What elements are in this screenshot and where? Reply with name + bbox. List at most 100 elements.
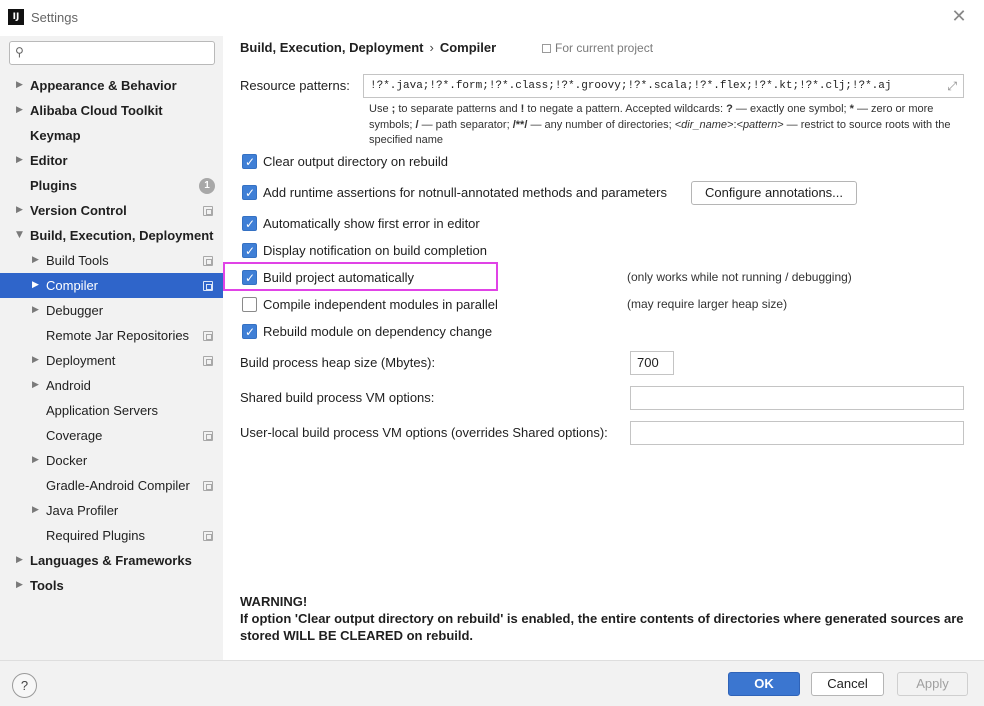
checkbox[interactable]	[242, 153, 257, 171]
sidebar-item-gradle-android-compiler[interactable]: Gradle-Android Compiler	[0, 473, 223, 498]
warning-message: WARNING! If option 'Clear output directo…	[240, 593, 970, 644]
hint-part: Use	[369, 103, 392, 115]
chevron-right-icon[interactable]: ▶	[16, 73, 26, 98]
option-label: Compile independent modules in parallel	[263, 297, 498, 312]
sidebar-item-build-execution-deployment[interactable]: ▼ Build, Execution, Deployment	[0, 223, 223, 248]
sidebar-item-android[interactable]: ▶ Android	[0, 373, 223, 398]
option-note: (only works while not running / debuggin…	[627, 270, 852, 284]
hint-part: — exactly one symbol;	[732, 103, 850, 115]
project-scope-icon	[203, 431, 213, 441]
sidebar-item-label: Java Profiler	[46, 503, 119, 518]
sidebar-item-alibaba-cloud-toolkit[interactable]: ▶ Alibaba Cloud Toolkit	[0, 98, 223, 123]
sidebar-item-debugger[interactable]: ▶ Debugger	[0, 298, 223, 323]
sidebar-item-label: Remote Jar Repositories	[46, 328, 190, 343]
sidebar-item-editor[interactable]: ▶ Editor	[0, 148, 223, 173]
project-scope-icon	[203, 206, 213, 216]
help-icon[interactable]: ?	[12, 673, 37, 698]
resource-patterns-hint: Use ; to separate patterns and ! to nega…	[369, 102, 969, 149]
scope-text: For current project	[555, 41, 654, 55]
user-vm-options-field[interactable]	[630, 421, 964, 445]
chevron-right-icon[interactable]: ▶	[32, 298, 42, 323]
warning-body: If option 'Clear output directory on reb…	[240, 611, 964, 643]
option-label: Rebuild module on dependency change	[263, 324, 493, 339]
sidebar-item-tools[interactable]: ▶ Tools	[0, 573, 223, 598]
sidebar-item-label: Languages & Frameworks	[30, 553, 192, 568]
checkbox[interactable]	[242, 184, 257, 202]
sidebar-item-label: Version Control	[30, 203, 127, 218]
chevron-right-icon[interactable]: ▶	[32, 248, 42, 273]
sidebar-item-java-profiler[interactable]: ▶ Java Profiler	[0, 498, 223, 523]
close-icon[interactable]: ✕	[948, 6, 970, 28]
hint-part: — any number of directories;	[527, 118, 675, 131]
chevron-right-icon[interactable]: ▶	[16, 198, 26, 223]
hint-token: <pattern>	[736, 118, 784, 131]
checkbox[interactable]	[242, 297, 257, 312]
breadcrumb-separator: ›	[429, 40, 434, 55]
heap-size-field[interactable]: 700	[630, 351, 674, 375]
option-label: Clear output directory on rebuild	[263, 154, 448, 169]
sidebar-item-plugins[interactable]: Plugins 1	[0, 173, 223, 198]
project-scope-icon	[203, 256, 213, 266]
ok-button[interactable]: OK	[728, 672, 800, 696]
chevron-down-icon[interactable]: ▼	[16, 223, 26, 248]
sidebar-item-label: Application Servers	[46, 403, 158, 418]
sidebar-item-label: Gradle-Android Compiler	[46, 478, 190, 493]
sidebar-item-label: Coverage	[46, 428, 103, 443]
hint-token: /**/	[512, 118, 528, 131]
sidebar-item-compiler[interactable]: ▶ Compiler	[0, 273, 223, 298]
checkbox[interactable]	[242, 323, 257, 341]
chevron-right-icon[interactable]: ▶	[32, 498, 42, 523]
project-scope-icon	[542, 44, 551, 53]
sidebar-item-build-tools[interactable]: ▶ Build Tools	[0, 248, 223, 273]
resource-patterns-field[interactable]: !?*.java;!?*.form;!?*.class;!?*.groovy;!…	[363, 74, 964, 98]
chevron-right-icon[interactable]: ▶	[16, 548, 26, 573]
breadcrumb-parent[interactable]: Build, Execution, Deployment	[240, 40, 423, 55]
checkbox[interactable]	[242, 215, 257, 233]
warning-title: WARNING!	[240, 594, 308, 609]
chevron-right-icon[interactable]: ▶	[32, 348, 42, 373]
settings-search[interactable]: ⚲	[9, 41, 215, 65]
sidebar-item-deployment[interactable]: ▶ Deployment	[0, 348, 223, 373]
sidebar-item-label: Build Tools	[46, 253, 109, 268]
expand-icon[interactable]: ⤢	[947, 75, 957, 97]
resource-patterns-label: Resource patterns:	[240, 78, 350, 93]
compiler-settings-panel: Build, Execution, Deployment › Compiler Fo…	[223, 36, 984, 660]
search-icon: ⚲	[15, 45, 24, 59]
sidebar-item-application-servers[interactable]: Application Servers	[0, 398, 223, 423]
chevron-right-icon[interactable]: ▶	[16, 98, 26, 123]
chevron-right-icon[interactable]: ▶	[16, 573, 26, 598]
chevron-right-icon[interactable]: ▶	[32, 373, 42, 398]
checkbox[interactable]	[242, 242, 257, 260]
cancel-button[interactable]: Cancel	[811, 672, 884, 696]
chevron-right-icon[interactable]: ▶	[32, 448, 42, 473]
hint-token: <dir_name>	[674, 118, 734, 131]
sidebar-item-required-plugins[interactable]: Required Plugins	[0, 523, 223, 548]
sidebar-item-keymap[interactable]: Keymap	[0, 123, 223, 148]
apply-button[interactable]: Apply	[897, 672, 968, 696]
checkbox[interactable]	[242, 269, 257, 287]
search-input[interactable]	[32, 44, 212, 62]
project-scope-icon	[203, 481, 213, 491]
chevron-right-icon[interactable]: ▶	[16, 148, 26, 173]
sidebar-item-label: Editor	[30, 153, 68, 168]
configure-annotations-button[interactable]: Configure annotations...	[691, 181, 857, 205]
breadcrumb-current: Compiler	[439, 40, 497, 55]
shared-vm-options-label: Shared build process VM options:	[240, 390, 435, 405]
sidebar-item-version-control[interactable]: ▶ Version Control	[0, 198, 223, 223]
hint-part: to separate patterns and	[395, 103, 521, 115]
sidebar-item-docker[interactable]: ▶ Docker	[0, 448, 223, 473]
chevron-right-icon[interactable]: ▶	[32, 273, 42, 298]
sidebar-item-remote-jar-repositories[interactable]: Remote Jar Repositories	[0, 323, 223, 348]
title-bar: IJ Settings ✕	[0, 0, 984, 36]
shared-vm-options-field[interactable]	[630, 386, 964, 410]
option-label: Add runtime assertions for notnull-annot…	[263, 185, 667, 200]
sidebar-item-label: Alibaba Cloud Toolkit	[30, 103, 163, 118]
sidebar-item-appearance-behavior[interactable]: ▶ Appearance & Behavior	[0, 73, 223, 98]
settings-sidebar: ⚲ ▶ Appearance & Behavior ▶ Alibaba Cloud T…	[0, 36, 223, 660]
option-label: Build project automatically	[263, 270, 415, 285]
sidebar-item-coverage[interactable]: Coverage	[0, 423, 223, 448]
sidebar-item-label: Keymap	[30, 128, 81, 143]
sidebar-item-languages-frameworks[interactable]: ▶ Languages & Frameworks	[0, 548, 223, 573]
resource-patterns-value: !?*.java;!?*.form;!?*.class;!?*.groovy;!…	[370, 80, 892, 92]
project-scope-icon	[203, 331, 213, 341]
